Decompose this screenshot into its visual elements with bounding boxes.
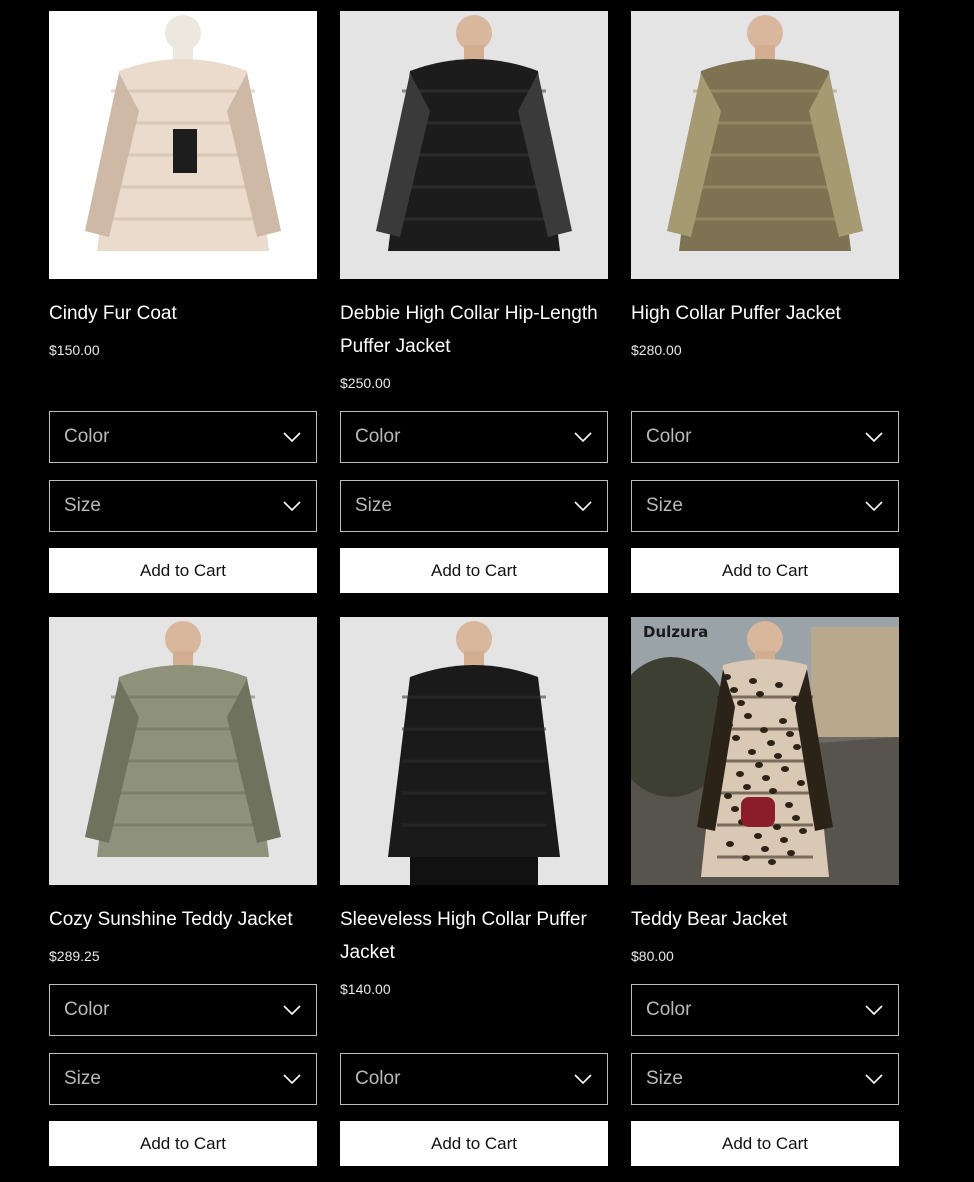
product-name[interactable]: Debbie High Collar Hip-Length Puffer Jac…	[340, 297, 608, 363]
color-select-label: Color	[64, 999, 110, 1020]
chevron-down-icon	[865, 501, 883, 512]
product-image[interactable]: Dulzura	[631, 617, 899, 885]
color-select[interactable]: Color	[631, 411, 899, 463]
color-select[interactable]: Color	[49, 411, 317, 463]
color-select[interactable]: Color	[49, 984, 317, 1036]
chevron-down-icon	[574, 1074, 592, 1085]
add-to-cart-button[interactable]: Add to Cart	[631, 548, 899, 593]
size-select[interactable]: Size	[340, 480, 608, 532]
product-price: $150.00	[49, 342, 100, 358]
product-image[interactable]	[340, 617, 608, 885]
add-to-cart-button[interactable]: Add to Cart	[631, 1121, 899, 1166]
product-image[interactable]	[631, 11, 899, 279]
product-price: $80.00	[631, 948, 674, 964]
product-photo	[49, 11, 317, 279]
size-select-label: Size	[355, 495, 392, 516]
chevron-down-icon	[283, 1005, 301, 1016]
product-name[interactable]: Cindy Fur Coat	[49, 297, 317, 330]
product-image[interactable]	[340, 11, 608, 279]
product-image[interactable]	[49, 617, 317, 885]
size-select[interactable]: Size	[631, 480, 899, 532]
size-select[interactable]: Size	[49, 480, 317, 532]
image-watermark-text: Dulzura	[643, 623, 708, 641]
color-select-label: Color	[646, 426, 692, 447]
size-select[interactable]: Size	[631, 1053, 899, 1105]
color-select-label: Color	[64, 426, 110, 447]
size-select[interactable]: Size	[49, 1053, 317, 1105]
product-price: $250.00	[340, 375, 391, 391]
product-image[interactable]	[49, 11, 317, 279]
chevron-down-icon	[865, 1005, 883, 1016]
size-select-label: Size	[646, 495, 683, 516]
product-name[interactable]: Cozy Sunshine Teddy Jacket	[49, 903, 317, 936]
product-photo	[340, 11, 608, 279]
add-to-cart-button[interactable]: Add to Cart	[49, 1121, 317, 1166]
color-select[interactable]: Color	[340, 411, 608, 463]
chevron-down-icon	[865, 432, 883, 443]
color-select-label: Color	[355, 426, 401, 447]
color-select[interactable]: Color	[631, 984, 899, 1036]
chevron-down-icon	[283, 1074, 301, 1085]
product-photo: Dulzura	[631, 617, 899, 885]
product-name[interactable]: High Collar Puffer Jacket	[631, 297, 899, 330]
color-select-label: Color	[355, 1068, 401, 1089]
chevron-down-icon	[865, 1074, 883, 1085]
product-photo	[631, 11, 899, 279]
product-price: $280.00	[631, 342, 682, 358]
color-select-label: Color	[646, 999, 692, 1020]
add-to-cart-button[interactable]: Add to Cart	[49, 548, 317, 593]
size-select-label: Size	[646, 1068, 683, 1089]
size-select-label: Size	[64, 495, 101, 516]
product-photo	[340, 617, 608, 885]
product-name[interactable]: Teddy Bear Jacket	[631, 903, 899, 936]
product-photo	[49, 617, 317, 885]
product-price: $140.00	[340, 981, 391, 997]
chevron-down-icon	[283, 501, 301, 512]
size-select-label: Size	[64, 1068, 101, 1089]
product-price: $289.25	[49, 948, 100, 964]
product-name[interactable]: Sleeveless High Collar Puffer Jacket	[340, 903, 608, 969]
add-to-cart-button[interactable]: Add to Cart	[340, 548, 608, 593]
chevron-down-icon	[574, 501, 592, 512]
add-to-cart-button[interactable]: Add to Cart	[340, 1121, 608, 1166]
chevron-down-icon	[574, 432, 592, 443]
color-select[interactable]: Color	[340, 1053, 608, 1105]
chevron-down-icon	[283, 432, 301, 443]
